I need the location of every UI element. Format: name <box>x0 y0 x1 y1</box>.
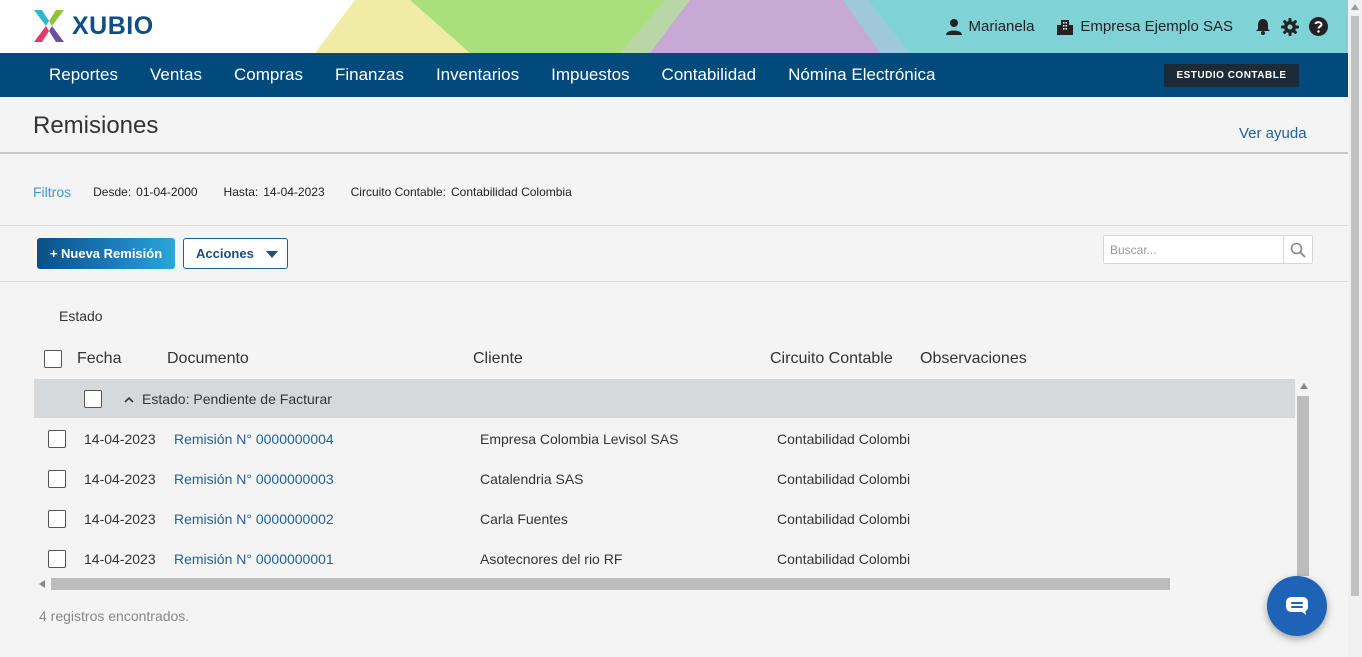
page-vertical-scrollbar[interactable] <box>1348 0 1362 657</box>
main-nav: Reportes Ventas Compras Finanzas Inventa… <box>0 53 1348 97</box>
chat-button[interactable] <box>1267 576 1327 636</box>
help-icon <box>1309 17 1328 36</box>
brand-name: XUBIO <box>72 11 154 40</box>
row-cliente: Empresa Colombia Levisol SAS <box>480 431 679 447</box>
nav-item-nomina[interactable]: Nómina Electrónica <box>772 65 951 85</box>
grid-scroll-up-arrow[interactable] <box>1300 383 1308 389</box>
row-checkbox[interactable] <box>48 550 66 568</box>
filter-circuito-value: Contabilidad Colombia <box>451 185 572 199</box>
grid-scroll-left-arrow[interactable] <box>39 580 45 588</box>
nav-item-finanzas[interactable]: Finanzas <box>319 65 420 85</box>
bell-icon <box>1256 19 1270 35</box>
search-box <box>1103 235 1313 264</box>
notifications-button[interactable] <box>1255 18 1271 35</box>
new-remision-button[interactable]: + Nueva Remisión <box>37 238 175 269</box>
filter-circuito-label: Circuito Contable: <box>350 185 447 199</box>
user-name: Marianela <box>968 18 1035 35</box>
row-documento-link[interactable]: Remisión N° 0000000004 <box>174 431 334 447</box>
help-link[interactable]: Ver ayuda <box>1239 125 1307 142</box>
row-circuito: Contabilidad Colombi <box>777 511 911 527</box>
toolbar-divider <box>0 281 1348 282</box>
filters-divider <box>0 225 1348 226</box>
caret-down-icon <box>266 251 278 258</box>
row-fecha: 14-04-2023 <box>84 471 156 487</box>
user-menu[interactable]: Marianela <box>945 18 1035 36</box>
row-circuito: Contabilidad Colombi <box>777 551 911 567</box>
row-checkbox[interactable] <box>48 430 66 448</box>
page-scroll-thumb[interactable] <box>1351 16 1359 596</box>
column-header-documento[interactable]: Documento <box>167 350 249 368</box>
row-cliente: Asotecnores del rio RF <box>480 551 623 567</box>
gear-icon <box>1281 17 1299 36</box>
row-circuito: Contabilidad Colombi <box>777 431 911 447</box>
company-menu[interactable]: Empresa Ejemplo SAS <box>1056 18 1233 36</box>
grid-vertical-scrollbar[interactable] <box>1297 396 1309 576</box>
row-cliente: Catalendria SAS <box>480 471 584 487</box>
group-header[interactable]: Estado: Pendiente de Facturar <box>124 391 332 407</box>
nav-item-inventarios[interactable]: Inventarios <box>420 65 535 85</box>
column-header-cliente[interactable]: Cliente <box>473 350 523 368</box>
xubio-logo[interactable]: XUBIO <box>32 10 154 42</box>
filter-desde-value: 01-04-2000 <box>136 185 198 199</box>
grid-horizontal-scrollbar[interactable] <box>51 578 1170 590</box>
select-all-checkbox[interactable] <box>44 350 62 368</box>
row-checkbox[interactable] <box>48 470 66 488</box>
company-name: Empresa Ejemplo SAS <box>1080 18 1233 35</box>
row-fecha: 14-04-2023 <box>84 511 156 527</box>
filters-bar: Filtros Desde: 01-04-2000 Hasta: 14-04-202… <box>33 184 598 200</box>
chevron-up-icon[interactable] <box>124 396 134 403</box>
column-header-observaciones[interactable]: Observaciones <box>920 350 1027 368</box>
nav-items: Reportes Ventas Compras Finanzas Inventa… <box>33 53 951 97</box>
search-input[interactable] <box>1104 236 1284 263</box>
row-documento-link[interactable]: Remisión N° 0000000002 <box>174 511 334 527</box>
page-title: Remisiones <box>33 112 159 139</box>
row-fecha: 14-04-2023 <box>84 551 156 567</box>
row-fecha: 14-04-2023 <box>84 431 156 447</box>
chat-icon <box>1286 597 1308 615</box>
group-by-label[interactable]: Estado <box>59 308 103 324</box>
filter-hasta-value: 14-04-2023 <box>263 185 325 199</box>
row-cliente: Carla Fuentes <box>480 511 568 527</box>
filter-hasta-label: Hasta: <box>223 185 259 199</box>
nav-item-contabilidad[interactable]: Contabilidad <box>646 65 773 85</box>
nav-item-ventas[interactable]: Ventas <box>134 65 218 85</box>
filter-hasta[interactable]: Hasta: 14-04-2023 <box>224 185 325 199</box>
help-button[interactable] <box>1309 17 1328 36</box>
records-count: 4 registros encontrados. <box>39 608 190 624</box>
title-divider <box>0 152 1348 154</box>
filters-toggle[interactable]: Filtros <box>33 184 71 200</box>
search-button[interactable] <box>1283 236 1312 263</box>
filter-desde[interactable]: Desde: 01-04-2000 <box>93 185 197 199</box>
nav-item-reportes[interactable]: Reportes <box>33 65 134 85</box>
actions-dropdown[interactable]: Acciones <box>183 238 288 269</box>
actions-label: Acciones <box>196 246 254 261</box>
group-label: Estado: Pendiente de Facturar <box>142 391 332 407</box>
building-icon <box>1057 19 1074 35</box>
xubio-logo-mark <box>34 10 64 42</box>
user-area: Marianela Empresa Ejemplo SAS <box>945 0 1348 53</box>
nav-item-compras[interactable]: Compras <box>218 65 319 85</box>
filter-desde-label: Desde: <box>93 185 132 199</box>
studio-contable-button[interactable]: ESTUDIO CONTABLE <box>1164 64 1299 87</box>
row-circuito: Contabilidad Colombi <box>777 471 911 487</box>
column-header-fecha[interactable]: Fecha <box>77 350 121 368</box>
column-header-circuito[interactable]: Circuito Contable <box>770 350 893 368</box>
settings-button[interactable] <box>1281 17 1299 36</box>
nav-item-impuestos[interactable]: Impuestos <box>535 65 645 85</box>
group-checkbox[interactable] <box>84 390 102 408</box>
row-documento-link[interactable]: Remisión N° 0000000003 <box>174 471 334 487</box>
row-documento-link[interactable]: Remisión N° 0000000001 <box>174 551 334 567</box>
filter-circuito[interactable]: Circuito Contable: Contabilidad Colombia <box>351 185 572 199</box>
row-checkbox[interactable] <box>48 510 66 528</box>
search-icon <box>1290 242 1306 258</box>
top-header: XUBIO Marianela Empresa Ejemplo SAS <box>0 0 1348 53</box>
user-icon <box>945 18 962 35</box>
page-scroll-up-arrow[interactable] <box>1351 4 1359 10</box>
